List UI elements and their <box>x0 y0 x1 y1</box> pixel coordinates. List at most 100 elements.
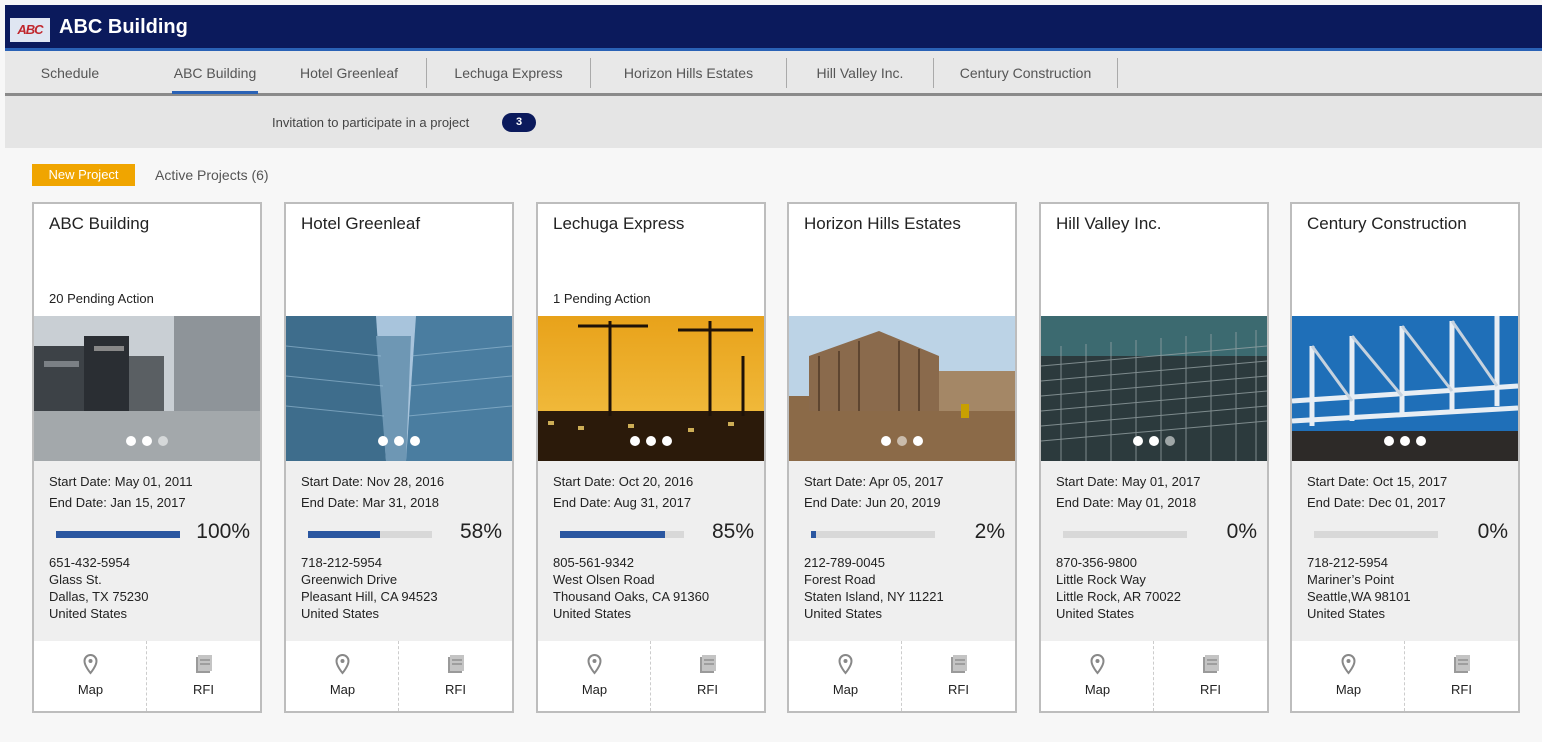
rfi-button[interactable]: RFI <box>651 641 764 711</box>
carousel-dot[interactable] <box>1400 436 1410 446</box>
project-address: 651-432-5954 Glass St. Dallas, TX 75230 … <box>49 554 149 622</box>
street: West Olsen Road <box>553 572 655 587</box>
city: Pleasant Hill, CA 94523 <box>301 589 438 604</box>
card-actions: Map RFI <box>538 641 764 711</box>
project-photo[interactable] <box>538 316 764 461</box>
project-card-horizon-hills-estates[interactable]: Horizon Hills Estates Start Date: Apr 05… <box>787 202 1017 713</box>
map-button[interactable]: Map <box>1292 641 1405 711</box>
project-photo[interactable] <box>1041 316 1267 461</box>
project-card-hotel-greenleaf[interactable]: Hotel Greenleaf Start Date: Nov 28, 2016… <box>284 202 514 713</box>
project-photo[interactable] <box>1292 316 1518 461</box>
tab-abc-building[interactable]: ABC Building <box>172 51 258 94</box>
carousel-dot[interactable] <box>1149 436 1159 446</box>
progress-fill <box>308 531 380 538</box>
tab-hill-valley-inc[interactable]: Hill Valley Inc. <box>787 58 934 88</box>
card-header: Horizon Hills Estates <box>789 204 1015 315</box>
street: Glass St. <box>49 572 102 587</box>
phone: 870-356-9800 <box>1056 555 1137 570</box>
map-button[interactable]: Map <box>1041 641 1154 711</box>
carousel-dots[interactable] <box>34 433 260 451</box>
carousel-dot[interactable] <box>410 436 420 446</box>
map-button[interactable]: Map <box>286 641 399 711</box>
rfi-button[interactable]: RFI <box>147 641 260 711</box>
carousel-dot[interactable] <box>662 436 672 446</box>
country: United States <box>49 606 128 621</box>
carousel-dot[interactable] <box>897 436 907 446</box>
map-button[interactable]: Map <box>789 641 902 711</box>
company-logo[interactable]: ABC <box>10 18 50 42</box>
start-date: Start Date: Nov 28, 2016 <box>301 474 445 489</box>
carousel-dot[interactable] <box>1165 436 1175 446</box>
rfi-button[interactable]: RFI <box>399 641 512 711</box>
card-header: Hill Valley Inc. <box>1041 204 1267 315</box>
project-details: Start Date: Oct 15, 2017 End Date: Dec 0… <box>1292 461 1518 641</box>
project-title[interactable]: Horizon Hills Estates <box>804 214 961 234</box>
card-actions: Map RFI <box>34 641 260 711</box>
map-label: Map <box>77 682 104 697</box>
invitation-text[interactable]: Invitation to participate in a project <box>272 115 469 130</box>
progress-bar <box>560 531 684 538</box>
tab-horizon-hills-estates[interactable]: Horizon Hills Estates <box>591 58 787 88</box>
project-card-hill-valley-inc[interactable]: Hill Valley Inc. Start Date: May 01, 201… <box>1039 202 1269 713</box>
new-project-button[interactable]: New Project <box>32 164 135 186</box>
project-title[interactable]: Hill Valley Inc. <box>1056 214 1162 234</box>
end-date: End Date: Jan 15, 2017 <box>49 495 186 510</box>
rfi-button[interactable]: RFI <box>902 641 1015 711</box>
carousel-dots[interactable] <box>538 433 764 451</box>
carousel-dot[interactable] <box>1416 436 1426 446</box>
project-title[interactable]: Century Construction <box>1307 214 1467 234</box>
project-card-abc-building[interactable]: ABC Building 20 Pending Action Start Dat… <box>32 202 262 713</box>
carousel-dots[interactable] <box>286 433 512 451</box>
carousel-dot[interactable] <box>1384 436 1394 446</box>
card-header: Hotel Greenleaf <box>286 204 512 315</box>
carousel-dots[interactable] <box>1292 433 1518 451</box>
carousel-dot[interactable] <box>630 436 640 446</box>
carousel-dot[interactable] <box>126 436 136 446</box>
project-card-century-construction[interactable]: Century Construction Start Date: Oct 15,… <box>1290 202 1520 713</box>
carousel-dot[interactable] <box>913 436 923 446</box>
pending-actions[interactable]: 20 Pending Action <box>49 291 154 306</box>
carousel-dot[interactable] <box>881 436 891 446</box>
rfi-button[interactable]: RFI <box>1405 641 1518 711</box>
progress-bar <box>1063 531 1187 538</box>
project-photo[interactable] <box>789 316 1015 461</box>
tab-lechuga-express[interactable]: Lechuga Express <box>427 58 591 88</box>
carousel-dot[interactable] <box>142 436 152 446</box>
map-button[interactable]: Map <box>538 641 651 711</box>
active-projects-label: Active Projects (6) <box>155 167 269 183</box>
progress-percent: 85% <box>711 520 754 543</box>
carousel-dots[interactable] <box>1041 433 1267 451</box>
tab-century-construction[interactable]: Century Construction <box>934 58 1118 88</box>
carousel-dot[interactable] <box>378 436 388 446</box>
phone: 212-789-0045 <box>804 555 885 570</box>
country: United States <box>1056 606 1135 621</box>
project-title[interactable]: Lechuga Express <box>553 214 684 234</box>
project-photo[interactable] <box>34 316 260 461</box>
project-title[interactable]: ABC Building <box>49 214 149 234</box>
invitation-count-badge[interactable]: 3 <box>502 113 536 132</box>
carousel-dot[interactable] <box>1133 436 1143 446</box>
start-date: Start Date: Apr 05, 2017 <box>804 474 944 489</box>
project-photo[interactable] <box>286 316 512 461</box>
rfi-button[interactable]: RFI <box>1154 641 1267 711</box>
carousel-dot[interactable] <box>394 436 404 446</box>
project-title[interactable]: Hotel Greenleaf <box>301 214 420 234</box>
rfi-label: RFI <box>193 682 214 697</box>
carousel-dot[interactable] <box>646 436 656 446</box>
rfi-label: RFI <box>1200 682 1221 697</box>
project-card-lechuga-express[interactable]: Lechuga Express 1 Pending Action Start D… <box>536 202 766 713</box>
tab-hotel-greenleaf[interactable]: Hotel Greenleaf <box>272 58 427 88</box>
tab-schedule[interactable]: Schedule <box>5 51 135 93</box>
map-button[interactable]: Map <box>34 641 147 711</box>
country: United States <box>553 606 632 621</box>
carousel-dot[interactable] <box>158 436 168 446</box>
pending-actions[interactable]: 1 Pending Action <box>553 291 651 306</box>
carousel-dots[interactable] <box>789 433 1015 451</box>
project-details: Start Date: May 01, 2017 End Date: May 0… <box>1041 461 1267 641</box>
project-address: 718-212-5954 Greenwich Drive Pleasant Hi… <box>301 554 438 622</box>
project-address: 870-356-9800 Little Rock Way Little Rock… <box>1056 554 1181 622</box>
progress-fill <box>56 531 180 538</box>
phone: 805-561-9342 <box>553 555 634 570</box>
map-pin-icon <box>838 653 853 675</box>
end-date: End Date: Jun 20, 2019 <box>804 495 941 510</box>
